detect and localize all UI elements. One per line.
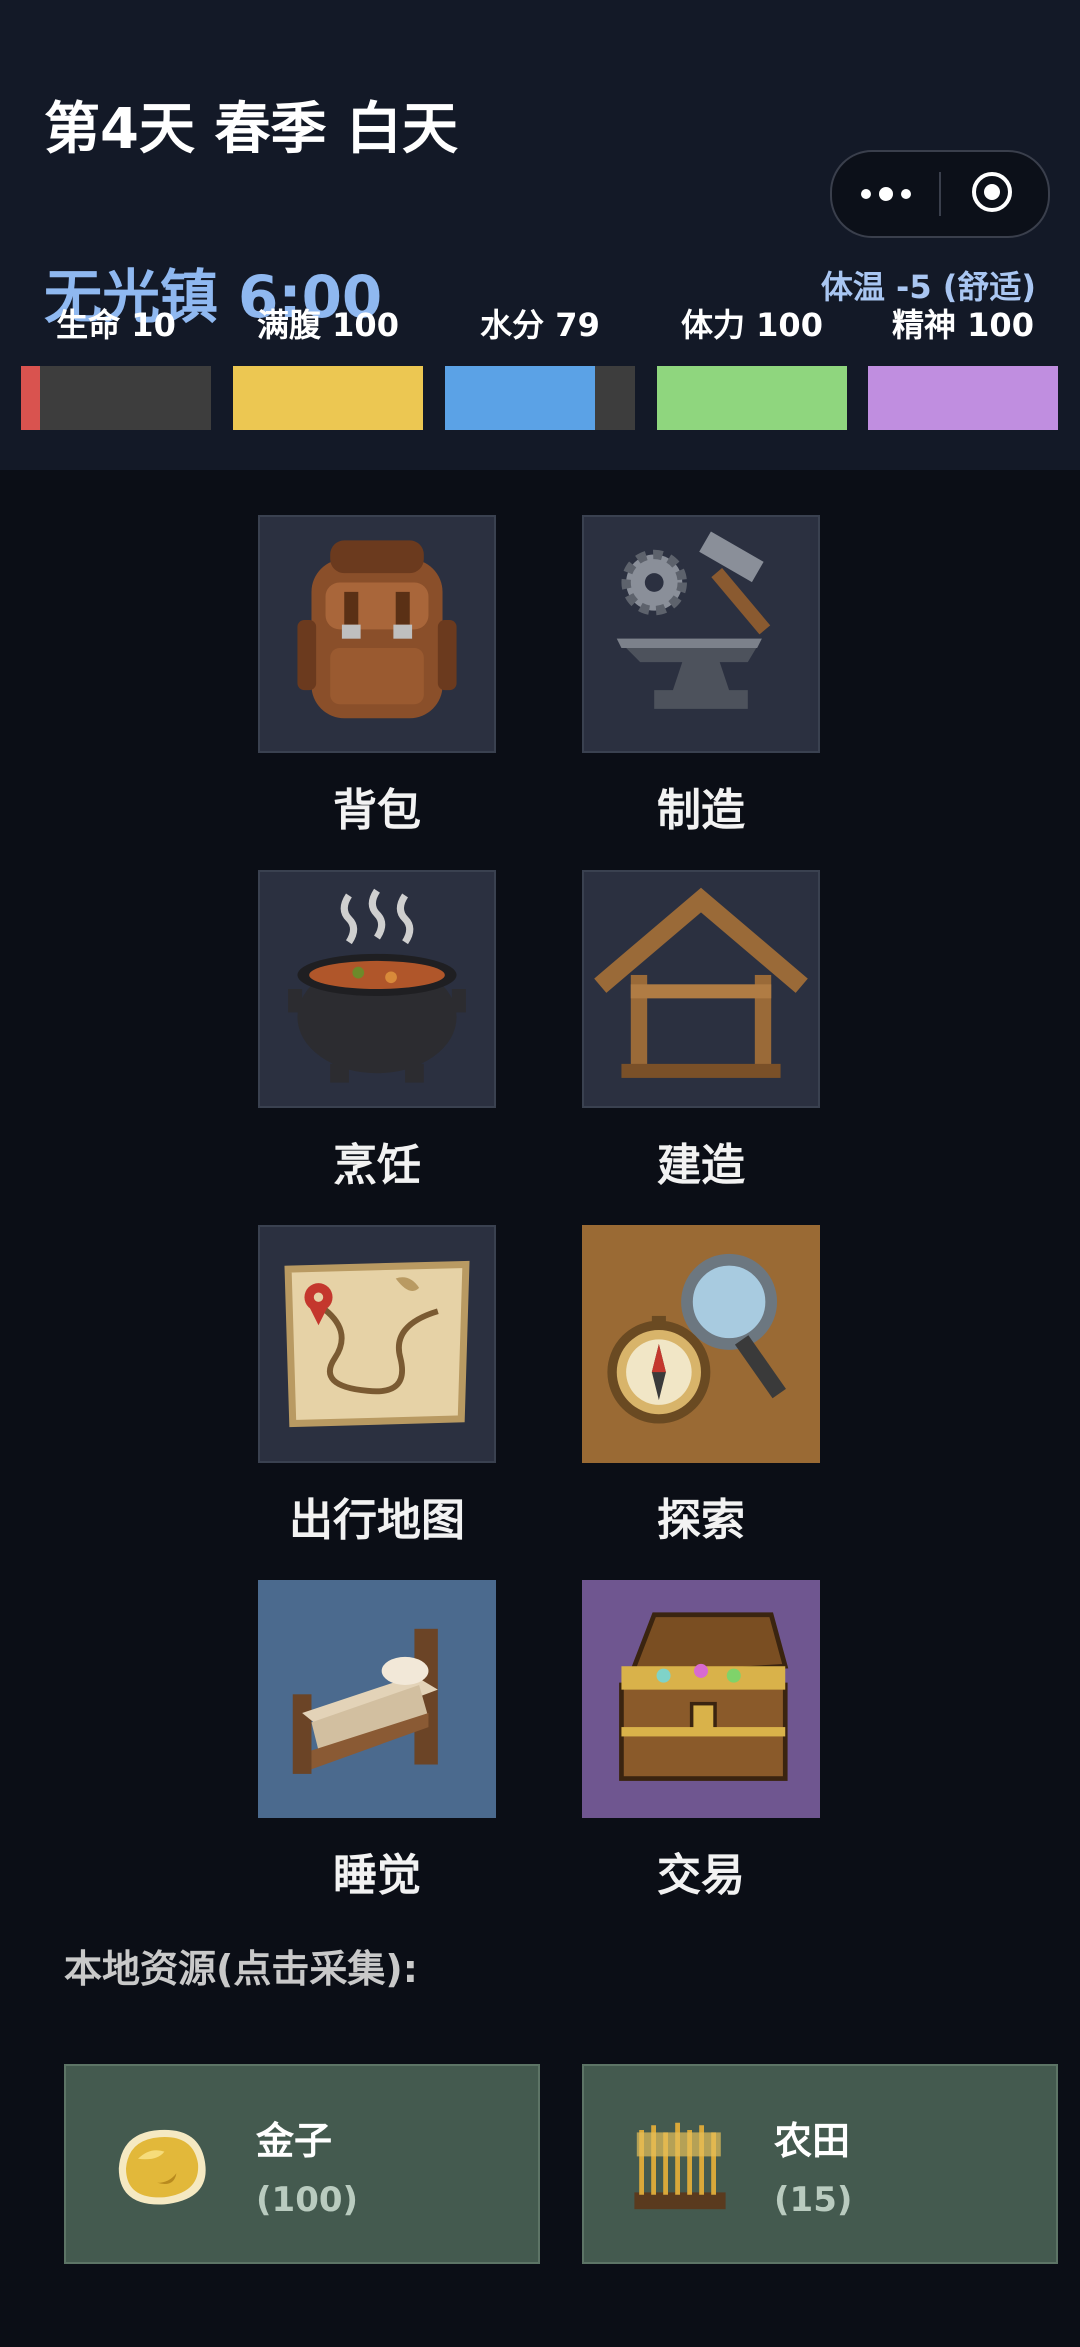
explore-button[interactable]	[582, 1225, 820, 1463]
gold-nugget-icon	[118, 2129, 206, 2205]
local-resources-title: 本地资源(点击采集):	[64, 1947, 418, 1991]
status-header: 第4天 春季 白天 无光镇 6:00 体温 -5 (舒适) 生命 10 满腹 10…	[0, 0, 1080, 470]
building-label: 建造	[657, 1140, 745, 1191]
resource-card-farmland[interactable]: 农田 (15)	[582, 2064, 1058, 2264]
stat-bar-spirit	[868, 366, 1058, 430]
treasure-chest-icon	[619, 1612, 789, 1781]
backpack-icon	[297, 540, 457, 719]
explore-label: 探索	[657, 1495, 745, 1546]
treasure-map-icon	[284, 1260, 470, 1428]
crafting-button[interactable]	[582, 515, 820, 753]
stat-bar-hydration	[445, 366, 635, 430]
backpack-label: 背包	[333, 785, 421, 836]
stat-bar-health	[21, 366, 211, 430]
day-season-title: 第4天 春季 白天	[44, 97, 458, 162]
crafting-label: 制造	[657, 785, 745, 836]
compass-magnifier-icon	[607, 1253, 786, 1424]
stat-label-hydration: 水分 79	[480, 306, 600, 344]
building-button[interactable]	[582, 870, 820, 1108]
resource-count: (100)	[256, 2180, 359, 2220]
stat-label-stamina: 体力 100	[681, 306, 823, 344]
travel-map-button[interactable]	[258, 1225, 496, 1463]
close-mini-program-icon[interactable]	[972, 172, 1012, 212]
anvil-hammer-icon	[616, 531, 771, 709]
trade-label: 交易	[657, 1850, 745, 1901]
sleep-label: 睡觉	[333, 1850, 421, 1901]
bed-icon	[292, 1628, 438, 1774]
mini-program-capsule	[830, 150, 1050, 238]
cooking-button[interactable]	[258, 870, 496, 1108]
sleep-button[interactable]	[258, 1580, 496, 1818]
stat-label-health: 生命 10	[56, 306, 176, 344]
stat-label-spirit: 精神 100	[892, 306, 1034, 344]
resource-count: (15)	[774, 2180, 853, 2220]
wheat-field-icon	[634, 2122, 726, 2210]
cooking-label: 烹饪	[333, 1140, 421, 1191]
resource-card-gold[interactable]: 金子 (100)	[64, 2064, 540, 2264]
trade-button[interactable]	[582, 1580, 820, 1818]
stat-bar-stamina	[657, 366, 847, 430]
stat-bar-satiety	[233, 366, 423, 430]
stat-label-satiety: 满腹 100	[257, 306, 399, 344]
resource-name: 金子	[256, 2119, 333, 2163]
more-options-icon[interactable]	[832, 152, 939, 236]
wooden-frame-icon	[594, 887, 808, 1078]
resource-name: 农田	[774, 2119, 851, 2163]
travel-map-label: 出行地图	[289, 1495, 465, 1546]
cooking-pot-icon	[288, 888, 466, 1083]
backpack-button[interactable]	[258, 515, 496, 753]
